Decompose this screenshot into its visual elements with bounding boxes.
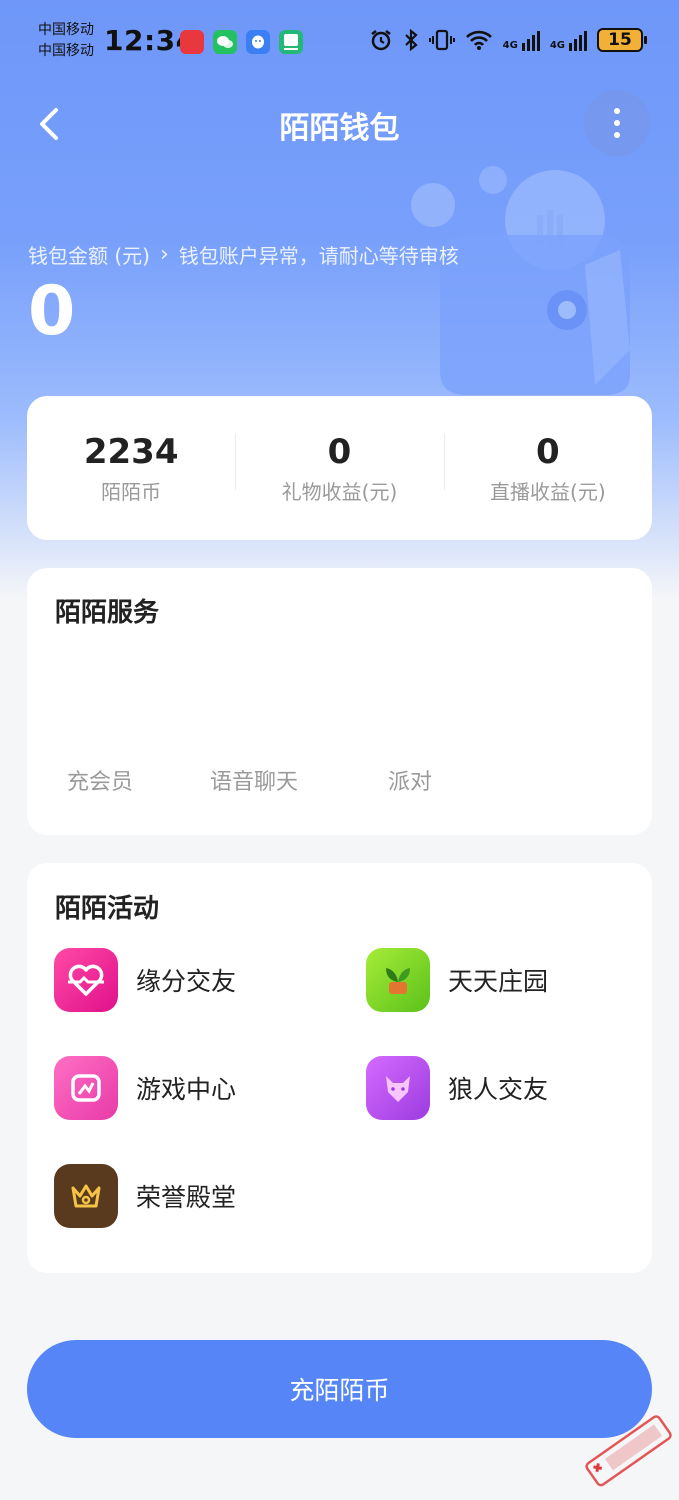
more-options-button[interactable] [584,90,650,156]
stat-gift-income[interactable]: 0 礼物收益(元) [235,432,443,505]
service-vip[interactable]: 充会员 [67,764,133,796]
carrier-bottom: 中国移动 [38,43,94,59]
dot [614,120,620,126]
shopping-app-icon [180,30,204,54]
activity-game-center[interactable]: 游戏中心 [54,1056,236,1120]
alarm-icon [370,30,391,51]
carrier-top: 中国移动 [38,22,94,38]
activity-label: 荣誉殿堂 [136,1183,237,1212]
stat-live-income[interactable]: 0 直播收益(元) [443,431,652,505]
wifi-icon [465,30,492,50]
bluetooth-icon [404,28,418,52]
balance-value: 0 [28,272,76,351]
qq-icon [246,30,270,54]
crown-icon [54,1164,118,1228]
stats-card: 2234 陌陌币 0 礼物收益(元) 0 直播收益(元) [27,396,652,540]
activity-hall-of-fame[interactable]: 荣誉殿堂 [54,1164,236,1228]
vibrate-icon [428,29,455,51]
sprout-icon [366,948,430,1012]
watermark-logo [585,1415,672,1487]
activity-farm[interactable]: 天天庄园 [366,948,548,1012]
services-title: 陌陌服务 [55,598,160,628]
wolf-icon [366,1056,430,1120]
balance-label: 钱包金额 (元) [28,244,150,268]
signal-4g-icon-2: 4G [550,29,587,51]
dot [614,108,620,114]
battery-icon: 15 [597,28,647,52]
activity-label: 缘分交友 [136,967,237,996]
activity-label: 狼人交友 [448,1075,549,1104]
dot [614,132,620,138]
wechat-icon [213,30,237,54]
service-party[interactable]: 派对 [388,764,432,796]
activity-fate-dating[interactable]: 缘分交友 [54,948,236,1012]
stat-label: 直播收益(元) [490,479,606,504]
gamepad-icon [54,1056,118,1120]
services-card: 陌陌服务 充会员 语音聊天 派对 [27,568,652,835]
page-title: 陌陌钱包 [279,111,400,146]
stat-value: 2234 [83,431,179,472]
stat-coins[interactable]: 2234 陌陌币 [27,432,235,505]
stat-label: 礼物收益(元) [281,479,398,504]
activity-label: 天天庄园 [448,967,549,996]
activity-label: 游戏中心 [136,1075,237,1104]
carrier-info: 中国移动 中国移动 [38,20,94,62]
account-notice: 钱包账户异常，请耐心等待审核 [178,244,459,268]
stat-label: 陌陌币 [101,479,162,504]
notification-icons [180,30,303,54]
wallet-illustration [411,166,630,395]
service-voice-chat[interactable]: 语音聊天 [210,764,298,796]
balance-label-row[interactable]: 钱包金额 (元) › 钱包账户异常，请耐心等待审核 [28,240,459,269]
activities-card: 陌陌活动 缘分交友 天天庄园 游戏中心 狼人交友 荣誉殿堂 [27,863,652,1273]
chevron-right-icon: › [159,242,169,267]
stat-value: 0 [327,431,352,472]
activities-title: 陌陌活动 [55,894,160,924]
kdocs-icon [279,30,303,54]
system-icons: 4G 4G 15 [369,28,647,52]
heart-icon [54,948,118,1012]
stat-value: 0 [535,431,560,472]
status-bar: 中国移动 中国移动 12:34 4G 4G 15 [0,0,679,80]
signal-4g-icon: 4G [503,29,540,51]
activity-werewolf[interactable]: 狼人交友 [366,1056,548,1120]
recharge-coins-button[interactable]: 充陌陌币 [27,1340,652,1438]
